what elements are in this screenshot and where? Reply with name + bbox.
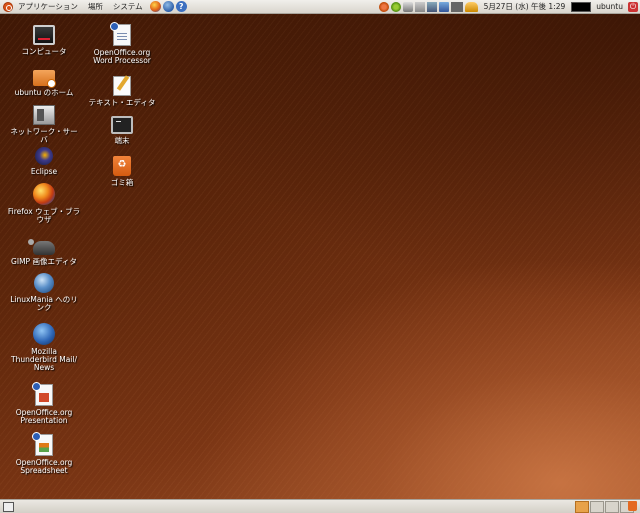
firefox-launcher-icon[interactable] [149, 1, 161, 12]
menu-applications[interactable]: アプリケーション [13, 1, 83, 12]
desktop-icon-terminal[interactable]: 端末 [85, 116, 159, 145]
desktop-icon-label: 端末 [114, 136, 130, 145]
update-notifier-icon[interactable] [378, 1, 389, 12]
workspace-1[interactable] [575, 501, 589, 513]
desktop-icon-network[interactable]: ネットワーク・サーバ [7, 105, 81, 144]
desktop-icon-label: Firefox ウェブ・ブラウザ [7, 207, 81, 224]
text-editor-icon [113, 76, 131, 96]
trash-applet-icon[interactable] [628, 501, 637, 511]
desktop-icon-label: コンピュータ [21, 47, 67, 56]
desktop-icon-presentation[interactable]: OpenOffice.org Presentation [7, 382, 81, 425]
desktop-icon-thunderbird[interactable]: Mozilla Thunderbird Mail/ News [7, 323, 81, 372]
desktop-icon-label: OpenOffice.org Presentation [15, 408, 73, 425]
menu-places[interactable]: 場所 [83, 1, 108, 12]
clock[interactable]: 5月27日 (水) 午後 1:29 [480, 1, 570, 12]
gimp-icon [28, 239, 55, 255]
desktop-icon-trash[interactable]: ゴミ箱 [85, 156, 159, 187]
desktop-icon-home[interactable]: ubuntu のホーム [7, 66, 81, 97]
battery-icon[interactable] [450, 1, 463, 12]
desktop-icon-label: Eclipse [30, 167, 58, 176]
computer-icon [33, 25, 55, 45]
desktop-icon-computer[interactable]: コンピュータ [7, 25, 81, 56]
network-server-icon [33, 105, 55, 125]
desktop-icon-label: ネットワーク・サーバ [10, 127, 78, 144]
home-folder-icon [33, 70, 56, 88]
desktop-icon-label: GIMP 画像エディタ [11, 257, 77, 266]
presentation-icon [32, 382, 53, 406]
desktop-icon-label: テキスト・エディタ [88, 98, 156, 107]
terminal-icon [111, 116, 133, 134]
desktop-icon-label: ゴミ箱 [110, 178, 134, 187]
desktop-icon-label: OpenOffice.org Word Processor [93, 48, 151, 65]
show-desktop-icon[interactable] [3, 502, 14, 512]
firefox-icon [33, 183, 55, 205]
network-icon[interactable] [390, 1, 401, 12]
desktop-icon-text-editor[interactable]: テキスト・エディタ [85, 76, 159, 107]
desktop-icon-label: Mozilla Thunderbird Mail/ News [10, 347, 77, 372]
desktop-icon-spreadsheet[interactable]: OpenOffice.org Spreadsheet [7, 432, 81, 475]
printer-icon[interactable] [402, 1, 413, 12]
desktop-icon-word-processor[interactable]: OpenOffice.org Word Processor [85, 22, 159, 65]
desktop-icon-label: ubuntu のホーム [14, 88, 74, 97]
volume-icon[interactable] [464, 1, 478, 12]
thunderbird-icon [33, 323, 55, 345]
thunderbird-launcher-icon[interactable] [162, 1, 174, 12]
workspace-3[interactable] [605, 501, 619, 513]
desktop-icon-gimp[interactable]: GIMP 画像エディタ [7, 235, 81, 266]
desktop-icon-label: LinuxMania へのリンク [10, 295, 78, 312]
system-monitor[interactable] [571, 1, 592, 12]
ubuntu-logo-icon[interactable] [3, 1, 13, 12]
menu-system[interactable]: システム [108, 1, 148, 12]
keyboard-icon[interactable] [414, 1, 425, 12]
desktop-icon-firefox[interactable]: Firefox ウェブ・ブラウザ [7, 183, 81, 224]
eclipse-icon [35, 147, 53, 165]
top-panel: アプリケーション 場所 システム ? 5月27日 (水) 午後 1:29 ubu… [0, 0, 640, 14]
bottom-panel [0, 499, 640, 513]
desktop-icon-eclipse[interactable]: Eclipse [7, 147, 81, 176]
user-switcher[interactable]: ubuntu [596, 2, 626, 11]
power-icon[interactable]: ⏻ [628, 1, 638, 12]
display-icon[interactable] [426, 1, 437, 12]
globe-icon [34, 273, 54, 293]
desktop-icon-label: OpenOffice.org Spreadsheet [15, 458, 73, 475]
spreadsheet-icon [32, 432, 53, 456]
help-icon[interactable]: ? [175, 1, 187, 12]
clipboard-icon[interactable] [438, 1, 449, 12]
desktop-icon-linuxmania[interactable]: LinuxMania へのリンク [7, 273, 81, 312]
system-tray: 5月27日 (水) 午後 1:29 ubuntu ⏻ [378, 1, 640, 12]
word-processor-icon [110, 22, 131, 46]
workspace-2[interactable] [590, 501, 604, 513]
workspace-switcher [575, 501, 634, 513]
trash-icon [113, 156, 131, 176]
